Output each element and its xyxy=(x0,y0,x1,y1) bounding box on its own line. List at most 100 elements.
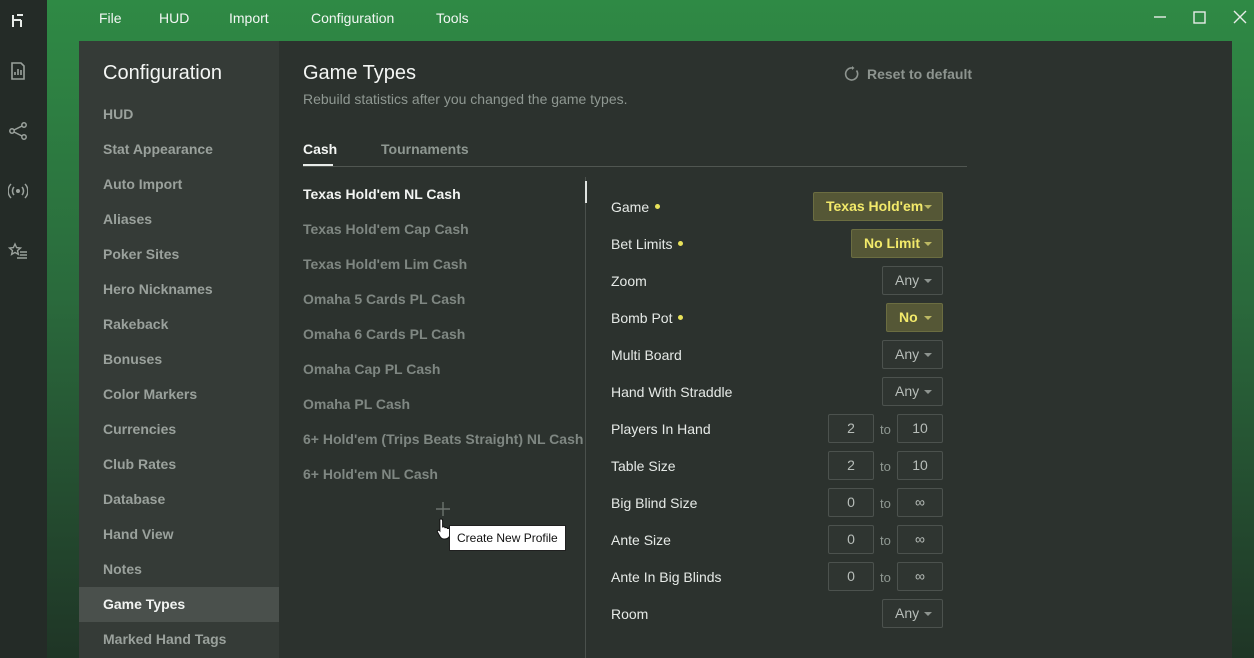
active-profile-indicator xyxy=(585,181,587,203)
sidebar-item-currencies[interactable]: Currencies xyxy=(79,412,279,447)
ante-bb-min-input[interactable]: 0 xyxy=(828,562,874,591)
profile-item-texas-holdem-nl-cash[interactable]: Texas Hold'em NL Cash xyxy=(303,186,461,202)
sidebar-item-aliases[interactable]: Aliases xyxy=(79,202,279,237)
sidebar-title: Configuration xyxy=(103,62,222,84)
multi-board-select[interactable]: Any xyxy=(882,340,943,369)
sidebar-item-marked-hand-tags[interactable]: Marked Hand Tags xyxy=(79,622,279,657)
zoom-label: Zoom xyxy=(611,273,647,289)
big-blind-size-label: Big Blind Size xyxy=(611,495,698,511)
add-profile-button[interactable] xyxy=(435,501,451,517)
zoom-select[interactable]: Any xyxy=(882,266,943,295)
minimize-icon[interactable] xyxy=(1149,7,1171,29)
ante-in-big-blinds-label: Ante In Big Blinds xyxy=(611,569,722,585)
icon-rail xyxy=(0,0,47,658)
modified-dot-icon xyxy=(678,240,684,246)
profile-item-6plus-holdem-nl-cash[interactable]: 6+ Hold'em NL Cash xyxy=(303,466,438,482)
sidebar-item-color-markers[interactable]: Color Markers xyxy=(79,377,279,412)
page-title: Game Types xyxy=(303,62,417,84)
bet-limits-select[interactable]: No Limit xyxy=(851,229,943,258)
chevron-down-icon xyxy=(924,390,932,394)
profile-item-texas-holdem-lim-cash[interactable]: Texas Hold'em Lim Cash xyxy=(303,256,467,272)
game-value: Texas Hold'em xyxy=(826,198,924,214)
big-blind-max-input[interactable]: ∞ xyxy=(897,488,943,517)
table-size-max-input[interactable]: 10 xyxy=(897,451,943,480)
sidebar-item-notes[interactable]: Notes xyxy=(79,552,279,587)
share-graph-icon[interactable] xyxy=(8,121,28,141)
chevron-down-icon xyxy=(924,279,932,283)
sidebar-item-auto-import[interactable]: Auto Import xyxy=(79,167,279,202)
sidebar-item-hero-nicknames[interactable]: Hero Nicknames xyxy=(79,272,279,307)
config-sidebar: Configuration HUD Stat Appearance Auto I… xyxy=(79,41,279,658)
room-label: Room xyxy=(611,606,649,622)
table-size-min-input[interactable]: 2 xyxy=(828,451,874,480)
profile-item-omaha-6-cards-pl-cash[interactable]: Omaha 6 Cards PL Cash xyxy=(303,326,465,342)
profile-item-texas-holdem-cap-cash[interactable]: Texas Hold'em Cap Cash xyxy=(303,221,469,237)
sidebar-item-database[interactable]: Database xyxy=(79,482,279,517)
chevron-down-icon xyxy=(924,353,932,357)
menu-configuration[interactable]: Configuration xyxy=(311,10,394,26)
zoom-value: Any xyxy=(895,272,920,288)
profile-item-omaha-pl-cash[interactable]: Omaha PL Cash xyxy=(303,396,410,412)
page-subtitle: Rebuild statistics after you changed the… xyxy=(303,91,628,107)
menu-file[interactable]: File xyxy=(99,10,122,26)
sidebar-item-rakeback[interactable]: Rakeback xyxy=(79,307,279,342)
range-to-label: to xyxy=(880,459,891,474)
big-blind-min-input[interactable]: 0 xyxy=(828,488,874,517)
app-logo-icon[interactable] xyxy=(8,11,28,31)
star-list-icon[interactable] xyxy=(8,241,28,261)
sidebar-item-poker-sites[interactable]: Poker Sites xyxy=(79,237,279,272)
bomb-pot-value: No xyxy=(899,309,918,325)
sidebar-item-game-types[interactable]: Game Types xyxy=(79,587,279,622)
ante-max-input[interactable]: ∞ xyxy=(897,525,943,554)
players-max-input[interactable]: 10 xyxy=(897,414,943,443)
straddle-label: Hand With Straddle xyxy=(611,384,733,400)
ante-bb-max-input[interactable]: ∞ xyxy=(897,562,943,591)
range-to-label: to xyxy=(880,422,891,437)
tab-tournaments[interactable]: Tournaments xyxy=(381,141,469,157)
close-icon[interactable] xyxy=(1229,7,1251,29)
menu-hud[interactable]: HUD xyxy=(159,10,189,26)
sidebar-item-bonuses[interactable]: Bonuses xyxy=(79,342,279,377)
configuration-window: Configuration HUD Stat Appearance Auto I… xyxy=(79,41,1232,658)
straddle-select[interactable]: Any xyxy=(882,377,943,406)
game-label-text: Game xyxy=(611,199,650,215)
sidebar-item-hud[interactable]: HUD xyxy=(79,97,279,132)
menu-import[interactable]: Import xyxy=(229,10,269,26)
bet-limits-label: Bet Limits xyxy=(611,236,684,252)
sidebar-item-club-rates[interactable]: Club Rates xyxy=(79,447,279,482)
tab-cash[interactable]: Cash xyxy=(303,141,337,157)
game-select[interactable]: Texas Hold'em xyxy=(813,192,943,221)
room-value: Any xyxy=(895,605,920,621)
sidebar-item-stat-appearance[interactable]: Stat Appearance xyxy=(79,132,279,167)
profile-item-omaha-cap-pl-cash[interactable]: Omaha Cap PL Cash xyxy=(303,361,440,377)
room-select[interactable]: Any xyxy=(882,599,943,628)
players-min-input[interactable]: 2 xyxy=(828,414,874,443)
sidebar-item-hand-view[interactable]: Hand View xyxy=(79,517,279,552)
tabs-divider xyxy=(303,166,967,167)
menu-tools[interactable]: Tools xyxy=(436,10,469,26)
chevron-down-icon xyxy=(924,612,932,616)
bet-limits-label-text: Bet Limits xyxy=(611,236,673,252)
panel-divider xyxy=(585,177,586,658)
plus-icon xyxy=(436,502,450,516)
range-to-label: to xyxy=(880,496,891,511)
multi-board-label: Multi Board xyxy=(611,347,682,363)
ante-min-input[interactable]: 0 xyxy=(828,525,874,554)
active-tab-indicator xyxy=(303,164,333,166)
game-label: Game xyxy=(611,199,661,215)
profile-item-6plus-holdem-trips-nl-cash[interactable]: 6+ Hold'em (Trips Beats Straight) NL Cas… xyxy=(303,431,583,447)
create-profile-tooltip: Create New Profile xyxy=(449,525,566,551)
reports-icon[interactable] xyxy=(8,61,28,81)
bomb-pot-label-text: Bomb Pot xyxy=(611,310,673,326)
ante-size-label: Ante Size xyxy=(611,532,671,548)
players-in-hand-label: Players In Hand xyxy=(611,421,711,437)
chevron-down-icon xyxy=(924,242,932,246)
maximize-icon[interactable] xyxy=(1189,7,1211,29)
bomb-pot-label: Bomb Pot xyxy=(611,310,684,326)
bomb-pot-select[interactable]: No xyxy=(886,303,943,332)
profile-item-omaha-5-cards-pl-cash[interactable]: Omaha 5 Cards PL Cash xyxy=(303,291,465,307)
range-to-label: to xyxy=(880,533,891,548)
broadcast-icon[interactable] xyxy=(8,181,28,201)
multi-board-value: Any xyxy=(895,346,920,362)
straddle-value: Any xyxy=(895,383,920,399)
